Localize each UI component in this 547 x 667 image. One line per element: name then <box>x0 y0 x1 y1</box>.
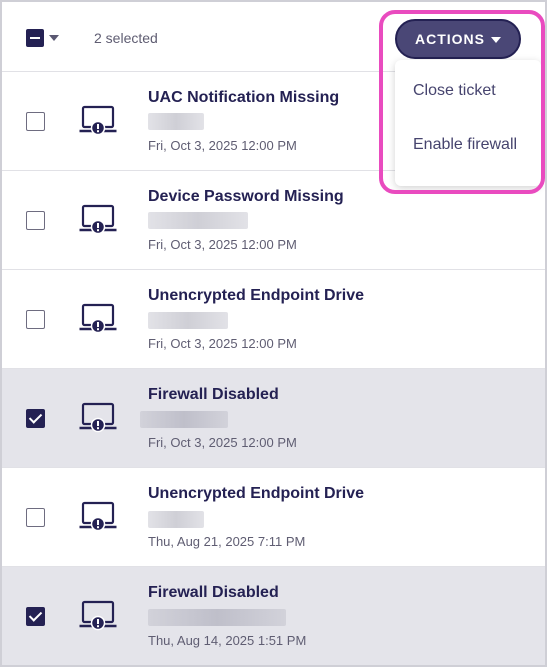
redacted-text <box>140 411 228 428</box>
redacted-text <box>148 511 204 528</box>
laptop-alert-icon <box>79 203 117 237</box>
ticket-title[interactable]: UAC Notification Missing <box>148 89 339 107</box>
chevron-down-icon[interactable] <box>49 35 59 41</box>
ticket-title[interactable]: Unencrypted Endpoint Drive <box>148 485 364 503</box>
ticket-title[interactable]: Firewall Disabled <box>148 584 279 602</box>
caret-down-icon <box>491 37 501 43</box>
redacted-text <box>148 212 248 229</box>
ticket-row[interactable]: Unencrypted Endpoint Drive Thu, Aug 21, 2… <box>2 468 545 567</box>
row-checkbox[interactable] <box>26 112 45 131</box>
redacted-text <box>148 609 286 626</box>
ticket-date: Thu, Aug 14, 2025 1:51 PM <box>148 633 307 648</box>
menu-item-close-ticket[interactable]: Close ticket <box>395 64 541 118</box>
ticket-title[interactable]: Device Password Missing <box>148 188 344 206</box>
ticket-row[interactable]: Firewall Disabled Fri, Oct 3, 2025 12:00 … <box>2 369 545 468</box>
redacted-text <box>148 113 204 130</box>
ticket-row[interactable]: Firewall Disabled Thu, Aug 14, 2025 1:51 … <box>2 567 545 665</box>
actions-dropdown-menu: Close ticket Enable firewall <box>395 60 541 186</box>
menu-item-enable-firewall[interactable]: Enable firewall <box>395 118 541 172</box>
ticket-date: Fri, Oct 3, 2025 12:00 PM <box>148 435 297 450</box>
laptop-alert-icon <box>79 599 117 633</box>
row-checkbox[interactable] <box>26 409 45 428</box>
laptop-alert-icon <box>79 302 117 336</box>
ticket-title[interactable]: Unencrypted Endpoint Drive <box>148 287 364 305</box>
redacted-text <box>148 312 228 329</box>
ticket-title[interactable]: Firewall Disabled <box>148 386 279 404</box>
ticket-row[interactable]: Unencrypted Endpoint Drive Fri, Oct 3, 20… <box>2 270 545 369</box>
row-checkbox[interactable] <box>26 310 45 329</box>
laptop-alert-icon <box>79 401 117 435</box>
laptop-alert-icon <box>79 500 117 534</box>
ticket-date: Fri, Oct 3, 2025 12:00 PM <box>148 237 297 252</box>
ticket-list-panel: 2 selected ACTIONS Close ticket Enable f… <box>0 0 547 667</box>
actions-button[interactable]: ACTIONS <box>395 19 521 59</box>
actions-button-label: ACTIONS <box>415 31 485 47</box>
row-checkbox[interactable] <box>26 607 45 626</box>
row-checkbox[interactable] <box>26 211 45 230</box>
selected-count: 2 selected <box>94 30 158 46</box>
select-all-checkbox[interactable] <box>26 29 44 47</box>
ticket-date: Fri, Oct 3, 2025 12:00 PM <box>148 138 297 153</box>
ticket-date: Fri, Oct 3, 2025 12:00 PM <box>148 336 297 351</box>
ticket-date: Thu, Aug 21, 2025 7:11 PM <box>148 534 306 549</box>
laptop-alert-icon <box>79 104 117 138</box>
row-checkbox[interactable] <box>26 508 45 527</box>
